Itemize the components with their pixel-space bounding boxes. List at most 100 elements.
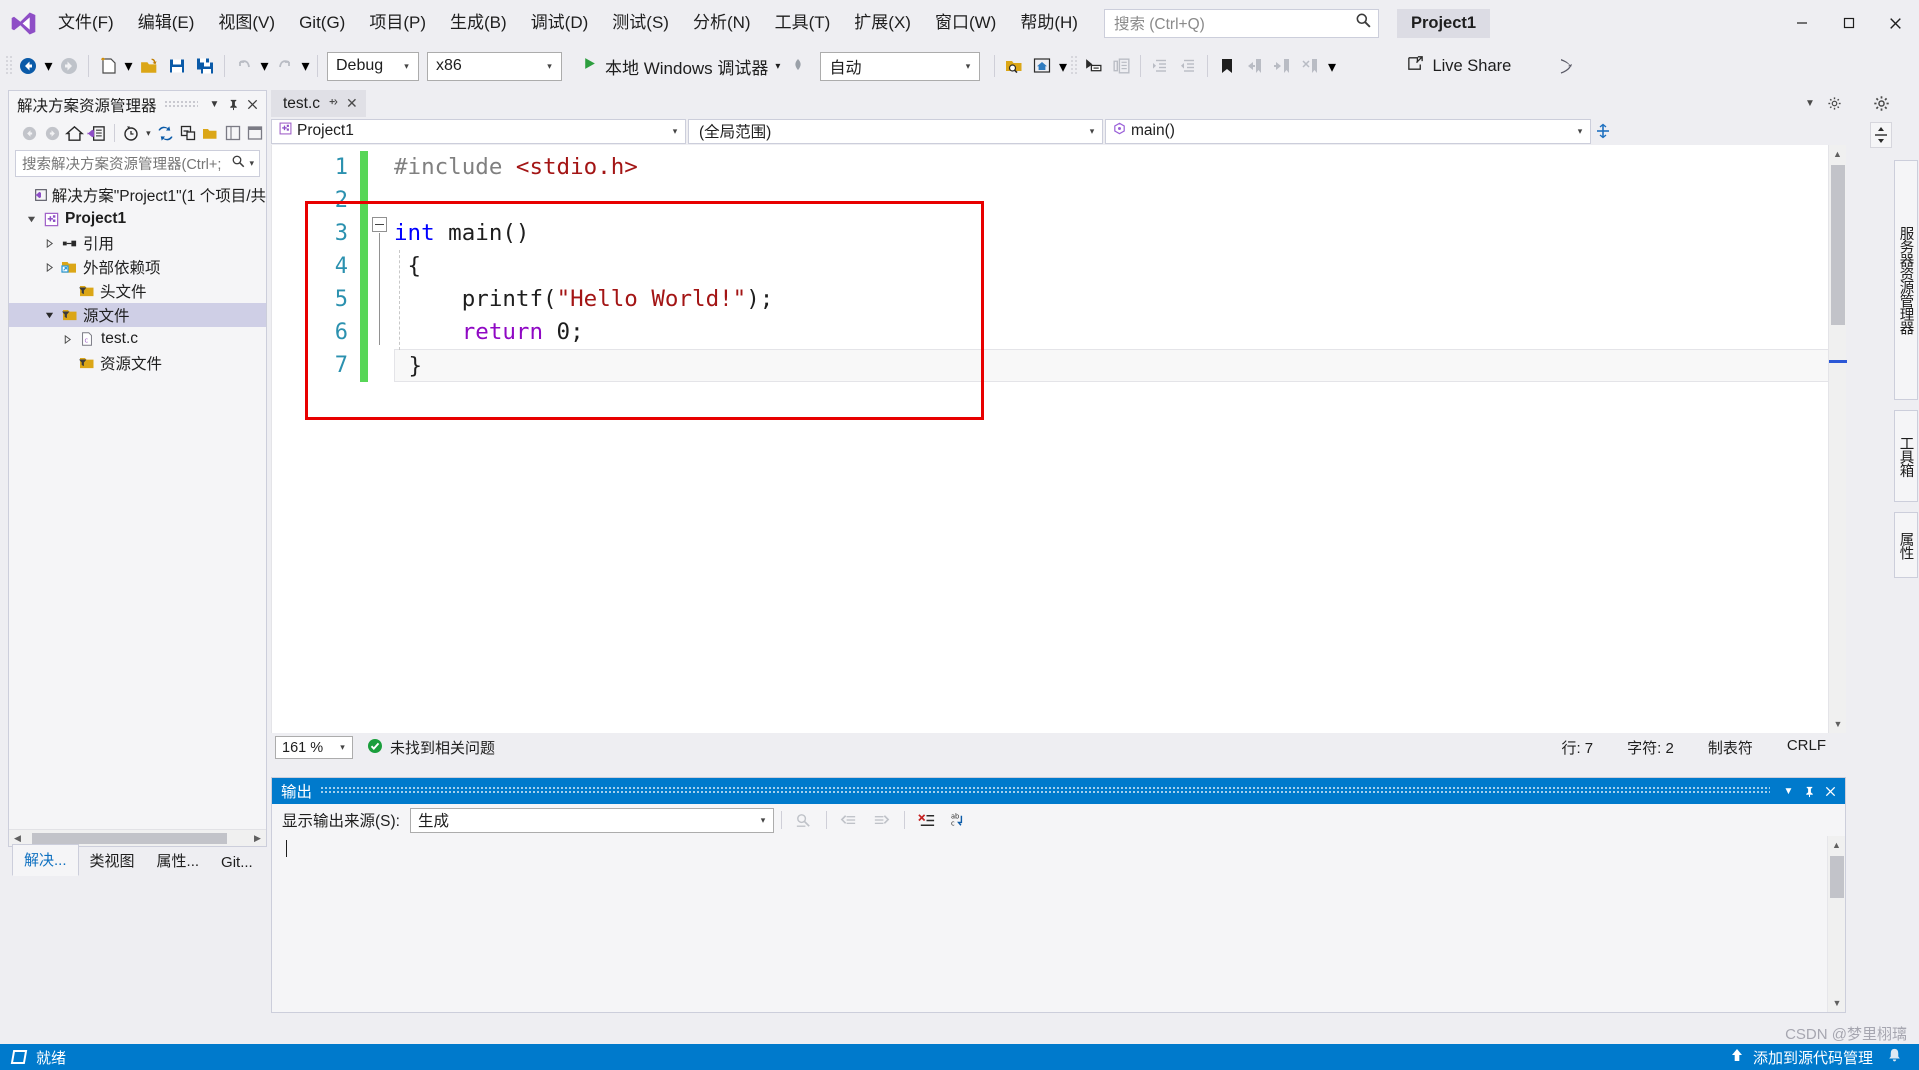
close-icon[interactable] [243, 94, 262, 116]
close-icon[interactable]: ✕ [346, 95, 358, 112]
start-debug-button[interactable]: 本地 Windows 调试器 ▾ [574, 51, 784, 81]
vs-solution-icon[interactable] [86, 121, 107, 146]
menu-tools[interactable]: 工具(T) [763, 0, 843, 46]
home-icon[interactable] [1028, 52, 1056, 80]
undo-dropdown-icon[interactable]: ▾ [258, 52, 271, 80]
menu-test[interactable]: 测试(S) [600, 0, 681, 46]
bookmark-icon[interactable] [1213, 52, 1241, 80]
output-body[interactable]: ▲ ▼ [272, 836, 1845, 1012]
search-icon[interactable] [231, 154, 246, 174]
nav-scope-combo[interactable]: (全局范围) ▾ [688, 118, 1103, 144]
open-file-icon[interactable] [135, 52, 163, 80]
undo-icon[interactable] [230, 52, 258, 80]
toggle-word-wrap-icon[interactable]: ab c [945, 807, 975, 833]
tree-item-references[interactable]: 引用 [9, 231, 266, 255]
find-in-files-icon[interactable] [1000, 52, 1028, 80]
home-dropdown-icon[interactable]: ▾ [1056, 52, 1069, 80]
save-icon[interactable] [163, 52, 191, 80]
menu-view[interactable]: 视图(V) [206, 0, 287, 46]
bell-icon[interactable] [1886, 1047, 1903, 1068]
redo-dropdown-icon[interactable]: ▾ [299, 52, 312, 80]
tab-server-explorer[interactable]: 服务器资源管理器 [1894, 160, 1918, 400]
home-icon[interactable] [64, 121, 85, 146]
toolbar-grip-2[interactable] [1069, 54, 1079, 78]
chevron-down-icon[interactable]: ▾ [143, 121, 154, 146]
issue-status[interactable]: 未找到相关问题 [367, 737, 495, 758]
chevron-down-icon[interactable]: ▾ [246, 158, 257, 169]
tab-properties-vertical[interactable]: 属性 [1894, 512, 1918, 578]
editor-vertical-scrollbar[interactable]: ▲ ▼ [1828, 145, 1847, 733]
zoom-level-combo[interactable]: 161 % ▾ [275, 736, 353, 759]
menu-help[interactable]: 帮助(H) [1008, 0, 1090, 46]
indent-icon[interactable] [1146, 52, 1174, 80]
preview-icon[interactable] [245, 121, 266, 146]
find-message-icon[interactable] [789, 807, 819, 833]
twisty-expanded[interactable] [41, 311, 58, 320]
back-icon[interactable] [19, 121, 40, 146]
twisty-collapsed[interactable] [41, 262, 58, 272]
new-item-dropdown-icon[interactable]: ▾ [122, 52, 135, 80]
next-bookmark-icon[interactable] [1269, 52, 1297, 80]
twisty-collapsed[interactable] [41, 238, 58, 248]
configuration-combo[interactable]: Debug ▾ [327, 51, 419, 81]
settings-gear-icon[interactable] [1870, 92, 1892, 114]
scroll-down-icon[interactable]: ▼ [1828, 994, 1846, 1012]
chevron-down-icon[interactable]: ▼ [1798, 90, 1822, 117]
output-vertical-scrollbar[interactable]: ▲ ▼ [1827, 836, 1845, 1012]
search-input[interactable]: 搜索 (Ctrl+Q) [1103, 8, 1379, 38]
new-item-icon[interactable] [94, 52, 122, 80]
vertical-splitter-handle[interactable] [1870, 122, 1892, 148]
refresh-icon[interactable] [155, 121, 176, 146]
close-icon[interactable] [1820, 780, 1841, 802]
scroll-right-icon[interactable]: ▶ [249, 833, 266, 844]
output-text[interactable] [272, 836, 1827, 1012]
redo-icon[interactable] [271, 52, 299, 80]
forward-arrow-icon[interactable] [55, 52, 83, 80]
solution-search-input[interactable]: 搜索解决方案资源管理器(Ctrl+; ▾ [15, 150, 260, 177]
tab-properties[interactable]: 属性... [146, 846, 211, 876]
scroll-track[interactable] [26, 832, 249, 844]
go-to-previous-icon[interactable] [834, 807, 864, 833]
nav-member-combo[interactable]: main() ▾ [1105, 118, 1591, 144]
menu-window[interactable]: 窗口(W) [923, 0, 1008, 46]
outlining-margin[interactable] [368, 145, 394, 733]
collapse-region-icon[interactable] [372, 217, 387, 232]
minimize-button[interactable] [1778, 0, 1825, 46]
settings-icon[interactable] [1822, 90, 1846, 117]
tree-item-external-dependencies[interactable]: 外部依赖项 [9, 255, 266, 279]
close-button[interactable] [1872, 0, 1919, 46]
code-text-surface[interactable]: #include <stdio.h> int main() { printf("… [394, 145, 1846, 733]
menu-analyze[interactable]: 分析(N) [681, 0, 763, 46]
toolbar-grip[interactable] [4, 54, 14, 78]
scroll-up-icon[interactable]: ▲ [1828, 836, 1845, 854]
menu-project[interactable]: 项目(P) [357, 0, 438, 46]
show-all-files-icon[interactable] [200, 121, 221, 146]
tab-git[interactable]: Git... [210, 850, 264, 876]
menu-file[interactable]: 文件(F) [46, 0, 126, 46]
document-tab-test-c[interactable]: test.c ✕ [271, 90, 366, 117]
comment-icon[interactable] [1079, 52, 1107, 80]
maximize-button[interactable] [1825, 0, 1872, 46]
go-to-next-icon[interactable] [867, 807, 897, 833]
nav-project-combo[interactable]: Project1 ▾ [271, 118, 686, 144]
menu-build[interactable]: 生成(B) [438, 0, 519, 46]
toolbar-overflow-icon[interactable]: ▾ [1325, 52, 1338, 80]
tab-class-view[interactable]: 类视图 [79, 846, 146, 876]
tree-item-solution[interactable]: 解决方案"Project1"(1 个项目/共 [9, 183, 266, 207]
profile-combo[interactable]: 自动 ▾ [820, 51, 981, 81]
panel-drag-handle[interactable] [163, 100, 198, 109]
scroll-up-icon[interactable]: ▲ [1829, 145, 1846, 163]
save-all-icon[interactable] [191, 52, 219, 80]
chevron-down-icon[interactable]: ▼ [1778, 780, 1799, 802]
tree-item-resource-files[interactable]: 资源文件 [9, 351, 266, 375]
tree-item-project1[interactable]: Project1 [9, 207, 266, 231]
properties-icon[interactable] [222, 121, 243, 146]
back-arrow-icon[interactable] [14, 52, 42, 80]
scroll-thumb[interactable] [1830, 856, 1844, 898]
outdent-icon[interactable] [1174, 52, 1202, 80]
menu-debug[interactable]: 调试(D) [519, 0, 601, 46]
scroll-thumb[interactable] [1831, 165, 1845, 325]
back-dropdown-icon[interactable]: ▾ [42, 52, 55, 80]
split-view-icon[interactable] [1593, 119, 1613, 144]
pin-icon[interactable] [327, 95, 339, 113]
